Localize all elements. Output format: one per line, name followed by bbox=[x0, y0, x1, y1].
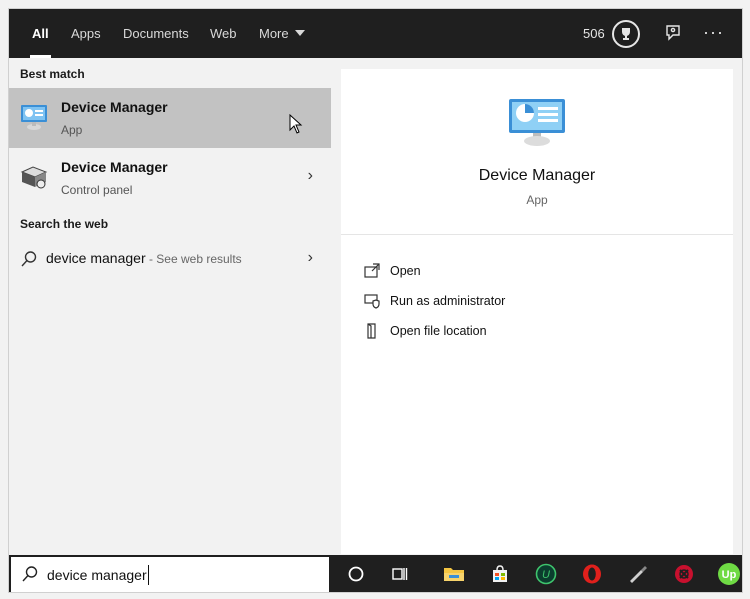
web-query-suffix: - See web results bbox=[145, 252, 242, 266]
best-match-header: Best match bbox=[20, 67, 85, 81]
taskbar: U Up bbox=[331, 555, 742, 592]
upwork-up-icon[interactable]: Up bbox=[717, 562, 741, 586]
web-query: device manager - See web results bbox=[46, 250, 242, 266]
action-open[interactable]: Open bbox=[363, 261, 703, 283]
search-input[interactable] bbox=[47, 564, 317, 586]
web-query-text: device manager bbox=[46, 250, 146, 266]
preview-header: Device Manager App bbox=[341, 69, 733, 235]
tab-web[interactable]: Web bbox=[210, 9, 237, 58]
result-subtitle: App bbox=[61, 123, 83, 137]
action-run-as-administrator[interactable]: Run as administrator bbox=[363, 291, 703, 313]
more-options-button[interactable]: ··· bbox=[703, 9, 724, 58]
search-box[interactable] bbox=[9, 555, 331, 592]
top-nav-bar: All Apps Documents Web More 506 ··· bbox=[9, 9, 742, 58]
preview-subtitle: App bbox=[526, 193, 548, 207]
tool-icon[interactable] bbox=[626, 562, 650, 586]
action-label: Open bbox=[390, 264, 421, 278]
shield-icon bbox=[363, 292, 381, 310]
cortana-icon[interactable] bbox=[344, 562, 368, 586]
action-label: Open file location bbox=[390, 324, 487, 338]
result-title: Device Manager bbox=[61, 99, 168, 115]
caret-down-icon bbox=[294, 30, 305, 36]
search-icon bbox=[20, 250, 38, 273]
tab-documents[interactable]: Documents bbox=[123, 9, 189, 58]
trophy-icon[interactable] bbox=[612, 20, 640, 48]
result-subtitle: Control panel bbox=[61, 183, 133, 197]
search-window: All Apps Documents Web More 506 ··· Best… bbox=[8, 8, 743, 593]
result-title: Device Manager bbox=[61, 159, 168, 175]
search-web-header: Search the web bbox=[20, 217, 109, 231]
control-panel-icon bbox=[19, 162, 49, 192]
device-manager-icon bbox=[507, 97, 567, 147]
mouse-cursor-icon bbox=[289, 113, 303, 139]
action-label: Run as administrator bbox=[390, 294, 506, 308]
task-view-icon[interactable] bbox=[387, 562, 411, 586]
open-icon bbox=[363, 262, 381, 280]
results-pane: Best match Device Manager App Device Man… bbox=[9, 58, 331, 554]
chevron-right-icon[interactable]: › bbox=[308, 249, 313, 267]
screen: All Apps Documents Web More 506 ··· Best… bbox=[0, 0, 750, 599]
chevron-right-icon[interactable]: › bbox=[308, 167, 313, 185]
file-location-icon bbox=[363, 322, 381, 340]
rewards-points: 506 bbox=[583, 26, 605, 41]
search-icon bbox=[21, 565, 39, 583]
result-device-manager-control-panel[interactable]: Device Manager Control panel › bbox=[9, 148, 331, 208]
file-explorer-icon[interactable] bbox=[442, 562, 466, 586]
upwork-up-label: Up bbox=[722, 569, 737, 581]
feedback-icon[interactable] bbox=[663, 23, 683, 43]
result-device-manager-app[interactable]: Device Manager App bbox=[9, 88, 331, 148]
tab-all[interactable]: All bbox=[30, 9, 51, 58]
tab-more-label: More bbox=[259, 26, 289, 41]
action-open-file-location[interactable]: Open file location bbox=[363, 321, 703, 343]
opera-icon[interactable] bbox=[580, 562, 604, 586]
tab-apps[interactable]: Apps bbox=[71, 9, 101, 58]
store-icon[interactable] bbox=[488, 562, 512, 586]
web-search-result[interactable]: device manager - See web results › bbox=[9, 244, 331, 274]
tab-more[interactable]: More bbox=[259, 9, 305, 58]
device-manager-icon bbox=[19, 102, 49, 132]
preview-title: Device Manager bbox=[478, 167, 596, 184]
svg-text:U: U bbox=[542, 569, 550, 581]
text-caret bbox=[148, 565, 149, 585]
vpn-icon[interactable] bbox=[672, 562, 696, 586]
upwork-u-icon[interactable]: U bbox=[534, 562, 558, 586]
preview-pane: Device Manager App Open Run as administr… bbox=[341, 69, 733, 554]
